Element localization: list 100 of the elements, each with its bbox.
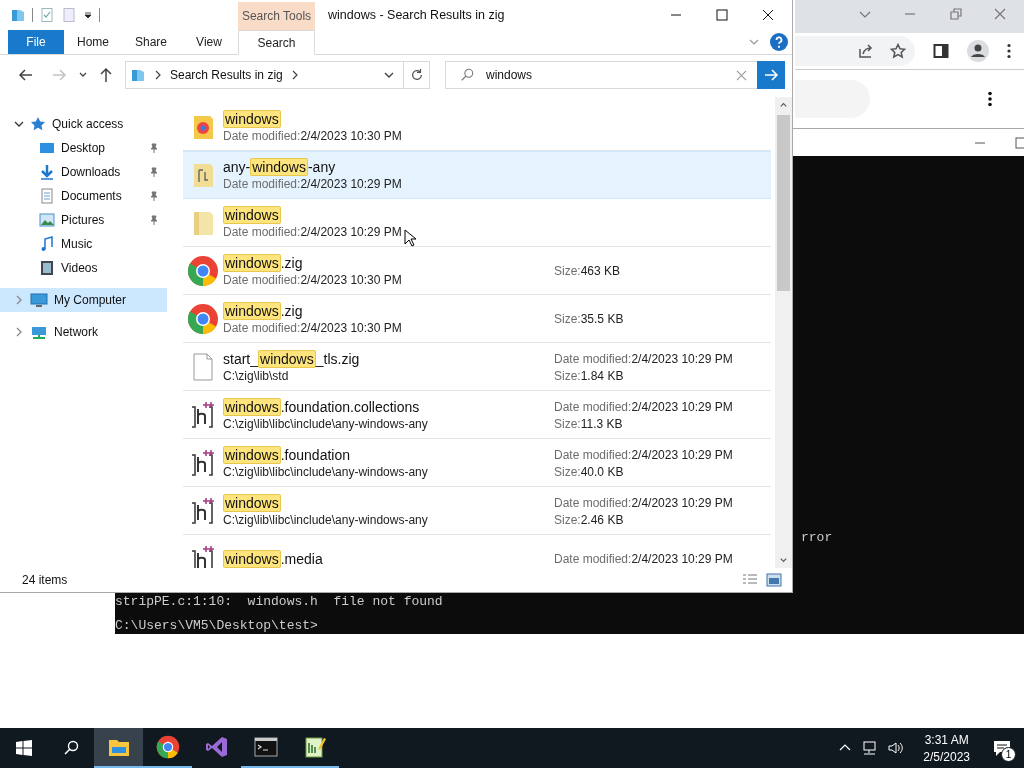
nav-tree-item[interactable]: Downloads xyxy=(0,160,167,184)
file-menu-tab[interactable]: File xyxy=(8,30,64,54)
file-name: windows.zig xyxy=(223,303,303,319)
breadcrumb[interactable]: Search Results in zig xyxy=(170,68,283,82)
ribbon-tab[interactable]: Share xyxy=(122,30,180,54)
windows-start-icon[interactable] xyxy=(16,740,32,756)
refresh-button[interactable] xyxy=(404,61,430,89)
file-property: Date modified:2/4/2023 10:29 PM xyxy=(554,495,733,510)
search-result-item[interactable]: windows.zig Date modified:2/4/2023 10:30 PM Size:35.5 KB xyxy=(183,295,771,343)
address-bar[interactable]: Search Results in zig xyxy=(125,61,404,89)
file-name: windows.zig xyxy=(223,255,303,271)
nav-tree-item[interactable]: Network xyxy=(0,320,167,344)
search-field[interactable]: windows xyxy=(486,68,724,82)
chrome-icon xyxy=(155,735,180,759)
search-result-item[interactable]: windows.media Date modified:2/4/2023 10:29 PM xyxy=(183,535,771,568)
chrome-icon xyxy=(187,255,219,287)
nav-tree-item[interactable]: Documents xyxy=(0,184,167,208)
address-bar[interactable] xyxy=(795,36,915,66)
scroll-up-icon[interactable] xyxy=(779,100,788,109)
file-property: Size:40.0 KB xyxy=(554,464,625,479)
visual-studio-icon xyxy=(204,735,229,759)
more-menu-icon[interactable] xyxy=(988,91,992,107)
nav-tree-item[interactable]: Videos xyxy=(0,256,167,280)
file-property: Size:35.5 KB xyxy=(554,312,624,326)
nav-tree-item[interactable]: Pictures xyxy=(0,208,167,232)
dropdown-icon[interactable] xyxy=(83,10,93,20)
file-property: Date modified:2/4/2023 10:29 PM xyxy=(554,399,733,414)
ribbon-tab[interactable]: Home xyxy=(64,30,122,54)
back-arrow-icon[interactable] xyxy=(18,67,34,83)
refresh-icon xyxy=(409,68,424,82)
search-result-item[interactable]: windows.foundation C:\zig\lib\libc\include\any-windows-any Date modified:2/4/2023 10:29 PM Size:40.0 KB xyxy=(183,439,771,487)
file-name: any-windows-any xyxy=(223,159,336,175)
ribbon-tab[interactable]: Search xyxy=(238,30,315,55)
file-detail: Date modified:2/4/2023 10:29 PM xyxy=(223,177,402,191)
file-detail: C:\zig\lib\libc\include\any-windows-any xyxy=(223,417,428,431)
file-name: windows.foundation.collections xyxy=(223,399,420,415)
file-name: windows xyxy=(223,111,281,127)
clock[interactable]: 3:31 AM 2/5/2023 xyxy=(913,732,980,764)
search-result-item[interactable]: windows Date modified:2/4/2023 10:29 PM xyxy=(183,199,771,247)
header-file-icon xyxy=(191,449,215,477)
large-icons-view-icon[interactable] xyxy=(766,573,782,587)
mouse-pointer-icon xyxy=(404,229,416,247)
scrollbar[interactable] xyxy=(775,97,792,568)
music-note-icon xyxy=(39,236,55,252)
maximize-icon[interactable] xyxy=(716,9,728,21)
console-line: stripPE.c:1:10: windows.h file not found xyxy=(115,594,443,610)
taskbar-app-button[interactable] xyxy=(94,728,143,768)
search-result-item[interactable]: windows.foundation.collections C:\zig\lib\libc\include\any-windows-any Date modified:2/4/2023 10:29 PM Size:11.3 KB xyxy=(183,391,771,439)
file-property: Size:2.46 KB xyxy=(554,512,625,527)
file-name: windows xyxy=(223,207,281,223)
star-icon[interactable] xyxy=(890,43,906,59)
file-name: windows.media xyxy=(223,551,323,567)
folder-icon xyxy=(191,161,215,189)
restore-icon[interactable] xyxy=(950,8,962,20)
scrollbar-thumb[interactable] xyxy=(777,115,790,291)
help-icon[interactable] xyxy=(770,33,788,51)
search-go-button[interactable] xyxy=(757,61,785,89)
nav-tree-item[interactable]: My Computer xyxy=(0,288,167,312)
network-icon[interactable] xyxy=(861,740,878,756)
folder-icon xyxy=(130,67,146,83)
search-result-item[interactable]: any-windows-any Date modified:2/4/2023 10:29 PM xyxy=(183,151,771,199)
nav-tree-item[interactable]: Music xyxy=(0,232,167,256)
volume-icon[interactable] xyxy=(887,740,904,756)
profile-avatar-icon[interactable] xyxy=(967,40,989,62)
file-property: Date modified:2/4/2023 10:29 PM xyxy=(554,351,733,366)
chrome-icon xyxy=(187,303,219,335)
search-box[interactable]: windows xyxy=(445,61,757,89)
file-name: windows xyxy=(223,495,281,511)
search-icon[interactable] xyxy=(63,740,79,756)
clear-icon[interactable] xyxy=(736,69,747,81)
chevron-right-icon[interactable] xyxy=(290,70,299,80)
scroll-down-icon[interactable] xyxy=(779,556,788,565)
file-detail: C:\zig\lib\std xyxy=(223,369,289,383)
nav-tree-item[interactable]: Quick access xyxy=(0,112,167,136)
search-result-item[interactable]: windows C:\zig\lib\libc\include\any-windows-any Date modified:2/4/2023 10:29 PM Size:2.46 KB xyxy=(183,487,771,535)
file-detail: Date modified:2/4/2023 10:29 PM xyxy=(223,225,402,239)
file-property: Date modified:2/4/2023 10:29 PM xyxy=(554,552,733,566)
chevron-right-icon[interactable] xyxy=(154,70,162,80)
network-icon xyxy=(30,324,48,340)
download-arrow-icon xyxy=(39,164,55,180)
share-icon[interactable] xyxy=(858,43,874,59)
file-detail: Date modified:2/4/2023 10:30 PM xyxy=(223,129,402,143)
file-property: Size:11.3 KB xyxy=(554,416,624,431)
ribbon-tab[interactable]: View xyxy=(180,30,238,54)
chevron-down-icon[interactable] xyxy=(14,119,24,129)
more-menu-icon[interactable] xyxy=(1007,43,1011,59)
search-result-item[interactable]: windows.zig Date modified:2/4/2023 10:30 PM Size:463 KB xyxy=(183,247,771,295)
folder-icon[interactable] xyxy=(10,7,26,23)
file-detail: Date modified:2/4/2023 10:30 PM xyxy=(223,273,402,287)
nav-tree-item[interactable]: Desktop xyxy=(0,136,167,160)
picture-icon xyxy=(39,212,55,228)
side-panel-icon[interactable] xyxy=(933,43,949,59)
computer-icon xyxy=(30,292,48,308)
desktop-icon xyxy=(39,140,55,156)
context-tab-label: Search Tools xyxy=(238,2,315,30)
window-title: windows - Search Results in zig xyxy=(327,7,506,24)
file-property: Date modified:2/4/2023 10:29 PM xyxy=(554,447,733,462)
file-detail: C:\zig\lib\libc\include\any-windows-any xyxy=(223,513,428,527)
up-arrow-icon[interactable] xyxy=(98,67,114,83)
close-icon[interactable] xyxy=(762,9,774,21)
